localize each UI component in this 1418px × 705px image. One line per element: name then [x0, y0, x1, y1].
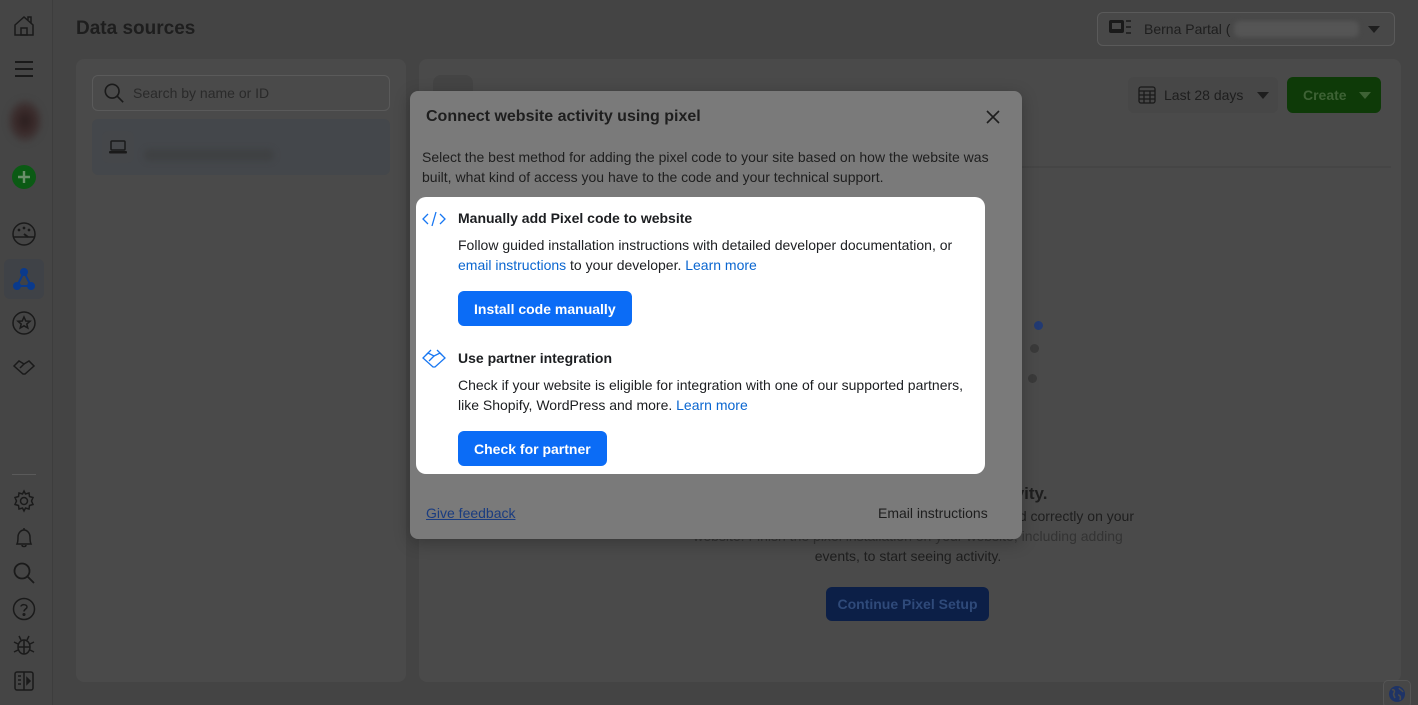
- handshake-icon[interactable]: [12, 355, 36, 379]
- learn-more-link[interactable]: Learn more: [685, 257, 757, 273]
- account-id-redacted: [1234, 21, 1360, 37]
- date-range-label: Last 28 days: [1164, 87, 1244, 103]
- help-icon[interactable]: [12, 597, 36, 621]
- plus-circle-icon[interactable]: [12, 165, 36, 189]
- close-button[interactable]: [983, 107, 1003, 127]
- gauge-icon[interactable]: [12, 222, 36, 246]
- avatar[interactable]: [8, 100, 42, 142]
- bug-icon[interactable]: [12, 633, 36, 657]
- data-source-item[interactable]: [92, 119, 390, 175]
- continue-pixel-setup-button[interactable]: Continue Pixel Setup: [826, 587, 989, 621]
- empty-text-line3: events, to start seeing activity.: [814, 548, 1002, 564]
- learn-more-link[interactable]: Learn more: [676, 397, 748, 413]
- business-account-icon: [1108, 18, 1132, 41]
- page-title: Data sources: [76, 18, 196, 39]
- search-input[interactable]: [133, 85, 373, 101]
- rail-divider: [12, 474, 36, 475]
- account-selector[interactable]: Berna Partal (: [1097, 12, 1395, 46]
- menu-icon[interactable]: [12, 57, 36, 81]
- chevron-down-icon: [1257, 91, 1270, 99]
- laptop-icon: [102, 131, 134, 163]
- data-source-list-panel: [76, 59, 406, 682]
- close-icon: [986, 110, 1000, 124]
- connect-pixel-dialog: Connect website activity using pixel Sel…: [410, 91, 1022, 539]
- chevron-down-icon: [1368, 25, 1380, 33]
- dialog-title: Connect website activity using pixel: [426, 108, 701, 125]
- create-button[interactable]: Create: [1287, 77, 1381, 113]
- illustration-dot: [1028, 374, 1037, 383]
- give-feedback-link[interactable]: Give feedback: [426, 505, 516, 521]
- globe-icon: [1389, 686, 1405, 702]
- email-instructions-button[interactable]: Email instructions: [878, 505, 988, 521]
- network-icon[interactable]: [12, 267, 36, 291]
- date-range-button[interactable]: Last 28 days: [1128, 77, 1278, 113]
- home-icon[interactable]: [12, 14, 36, 38]
- search-icon: [104, 83, 124, 103]
- setup-options-card: Manually add Pixel code to website Follo…: [416, 197, 985, 474]
- manual-option-description: Follow guided installation instructions …: [458, 235, 978, 275]
- bell-icon[interactable]: [12, 526, 36, 550]
- search-icon[interactable]: [12, 561, 36, 585]
- code-icon: [421, 208, 447, 230]
- manual-option-text: Follow guided installation instructions …: [458, 237, 953, 253]
- illustration-dot: [1030, 344, 1039, 353]
- data-source-name-redacted: [144, 149, 274, 161]
- calendar-icon: [1138, 86, 1156, 104]
- handshake-icon: [421, 348, 447, 370]
- left-nav-rail: [0, 0, 53, 705]
- search-field[interactable]: [92, 75, 390, 111]
- install-code-manually-button[interactable]: Install code manually: [458, 291, 632, 326]
- illustration-dot: [1034, 321, 1043, 330]
- check-for-partner-button[interactable]: Check for partner: [458, 431, 607, 466]
- manual-option-text-2: to your developer.: [566, 257, 686, 273]
- partner-option-title: Use partner integration: [458, 350, 613, 366]
- dialog-description: Select the best method for adding the pi…: [422, 149, 989, 185]
- partner-option-description: Check if your website is eligible for in…: [458, 375, 978, 415]
- manual-option-title: Manually add Pixel code to website: [458, 210, 693, 226]
- language-button[interactable]: [1383, 680, 1411, 705]
- chevron-down-icon: [1358, 91, 1371, 99]
- email-instructions-link[interactable]: email instructions: [458, 257, 566, 273]
- star-icon[interactable]: [12, 311, 36, 335]
- panel-icon[interactable]: [12, 669, 36, 693]
- create-label: Create: [1303, 87, 1347, 103]
- gear-icon[interactable]: [12, 489, 36, 513]
- account-name: Berna Partal (: [1144, 21, 1231, 37]
